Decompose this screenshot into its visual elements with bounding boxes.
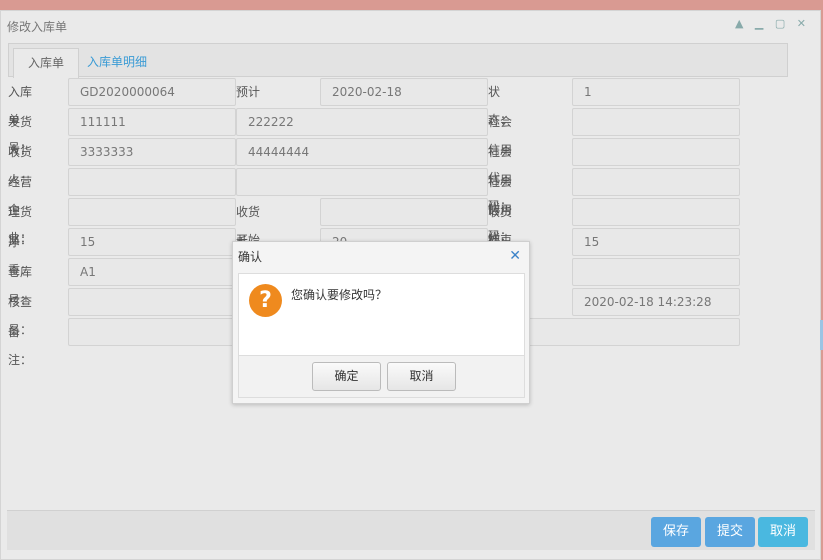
field-input[interactable]	[68, 198, 236, 226]
tab-inbound-detail[interactable]: 入库单明细	[73, 48, 161, 78]
tab-bar: 入库单 入库单明细	[8, 43, 788, 78]
field-input[interactable]: 2020-02-18	[320, 78, 488, 106]
footer-bar: 保存 提交 取消	[7, 510, 815, 550]
window-tools[interactable]: ▲ ▁ ▢ ✕	[735, 17, 810, 30]
question-icon: ?	[249, 284, 282, 317]
field-input[interactable]: 15	[68, 228, 236, 256]
close-icon[interactable]: ✕	[509, 248, 521, 264]
field-input[interactable]: 3333333	[68, 138, 236, 166]
ok-button[interactable]: 确定	[312, 362, 381, 391]
field-input[interactable]: A1	[68, 258, 236, 286]
submit-button[interactable]: 提交	[705, 517, 755, 547]
window-title: 修改入库单	[7, 20, 68, 34]
field-input[interactable]: GD2020000064	[68, 78, 236, 106]
field-input[interactable]: 15	[572, 228, 740, 256]
dialog-cancel-button[interactable]: 取消	[387, 362, 456, 391]
field-input[interactable]	[572, 198, 740, 226]
field-label: 备注：	[8, 325, 33, 367]
confirm-dialog: 确认 ✕ ? 您确认要修改吗？ 确定 取消	[232, 241, 530, 404]
field-input[interactable]: 1	[572, 78, 740, 106]
field-input[interactable]	[572, 108, 740, 136]
field-input[interactable]: 111111	[68, 108, 236, 136]
field-input[interactable]	[68, 288, 236, 316]
field-input[interactable]	[572, 168, 740, 196]
save-button[interactable]: 保存	[651, 517, 701, 547]
dialog-body: ? 您确认要修改吗？	[238, 273, 525, 356]
dialog-footer: 确定 取消	[238, 356, 525, 398]
field-input[interactable]	[320, 198, 488, 226]
field-input[interactable]	[68, 168, 236, 196]
field-input[interactable]	[572, 258, 740, 286]
field-input[interactable]	[236, 168, 488, 196]
field-input[interactable]	[572, 138, 740, 166]
cancel-button[interactable]: 取消	[758, 517, 808, 547]
field-input[interactable]: 44444444	[236, 138, 488, 166]
tab-inbound[interactable]: 入库单	[13, 48, 80, 78]
dialog-message: 您确认要修改吗？	[291, 288, 388, 302]
field-input[interactable]: 2020-02-18 14:23:28	[572, 288, 740, 316]
field-input[interactable]: 222222	[236, 108, 488, 136]
dialog-title: 确认	[238, 250, 263, 264]
